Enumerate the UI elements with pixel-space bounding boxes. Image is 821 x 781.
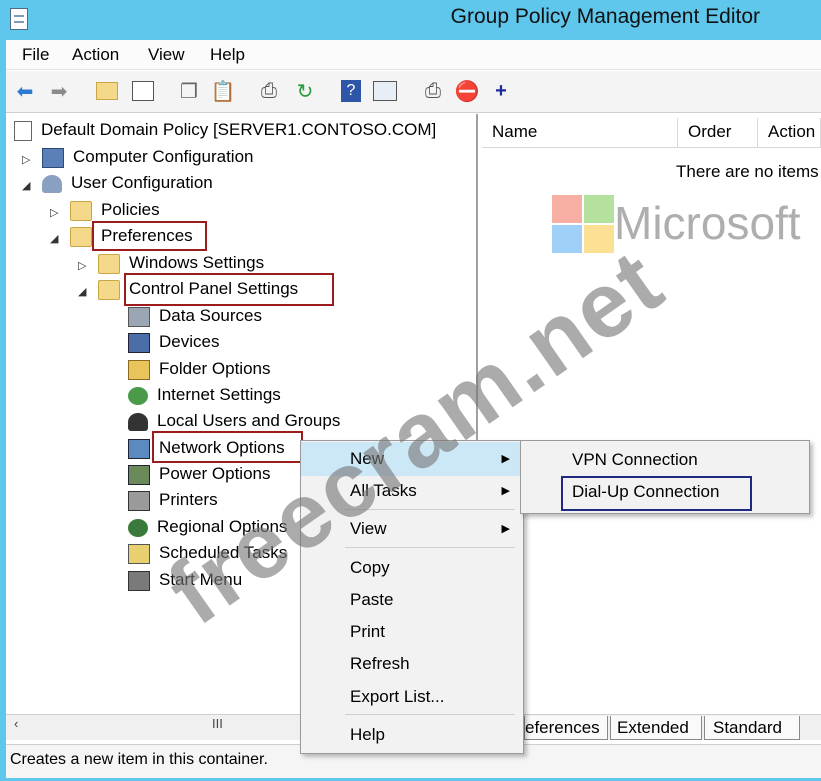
- menu-separator: [345, 714, 515, 715]
- add-icon[interactable]: +: [488, 78, 514, 104]
- computer-icon: [42, 147, 64, 168]
- show-hide-tree-icon[interactable]: [130, 78, 156, 104]
- back-arrow-icon[interactable]: ⬅: [12, 78, 38, 104]
- tab-preferences[interactable]: eferences: [524, 716, 608, 740]
- start-menu-icon: [128, 570, 150, 591]
- microsoft-watermark: Microsoft: [614, 197, 801, 249]
- control-panel-settings-highlight: [124, 273, 334, 306]
- tree-item-power-options[interactable]: Power Options: [128, 462, 274, 486]
- scroll-thumb-grip[interactable]: III: [212, 716, 223, 731]
- folder-icon: [70, 200, 92, 221]
- menu-file[interactable]: File: [22, 45, 49, 65]
- ms-logo-green-square: [584, 195, 614, 223]
- expand-arrow-icon[interactable]: ▷: [78, 259, 86, 272]
- collapse-arrow-icon[interactable]: ◢: [22, 179, 30, 192]
- local-users-icon: [128, 412, 148, 431]
- menu-item-export-list[interactable]: Export List...: [300, 682, 524, 712]
- empty-list-message: There are no items: [676, 162, 819, 181]
- menu-item-help[interactable]: Help: [300, 720, 524, 750]
- expand-arrow-icon[interactable]: ▷: [22, 153, 30, 166]
- folder-icon: [70, 226, 92, 247]
- tree-windows-settings[interactable]: Windows Settings: [98, 251, 267, 275]
- tree-item-printers[interactable]: Printers: [128, 488, 221, 512]
- help-icon[interactable]: ?: [338, 78, 364, 104]
- folder-options-icon: [128, 359, 150, 380]
- column-header-order[interactable]: Order: [678, 118, 758, 148]
- horizontal-scrollbar[interactable]: [6, 714, 306, 740]
- tree-policies[interactable]: Policies: [70, 198, 163, 222]
- printers-icon: [128, 490, 150, 511]
- users-icon: [42, 174, 62, 193]
- collapse-arrow-icon[interactable]: ◢: [50, 232, 58, 245]
- scheduled-tasks-icon: [128, 543, 150, 564]
- preferences-highlight: [92, 221, 207, 251]
- tree-computer-configuration[interactable]: Computer Configuration: [42, 145, 256, 169]
- copy-icon[interactable]: ❐: [176, 78, 202, 104]
- menu-item-print[interactable]: Print: [300, 617, 524, 647]
- paste-icon[interactable]: 📋: [210, 78, 236, 104]
- toolbar: [6, 71, 821, 113]
- network-options-icon: [128, 438, 150, 459]
- collapse-arrow-icon[interactable]: ◢: [78, 285, 86, 298]
- power-options-icon: [128, 464, 150, 485]
- devices-icon: [128, 332, 150, 353]
- scroll-left-arrow-icon[interactable]: ‹: [14, 716, 18, 731]
- properties-icon[interactable]: [372, 78, 398, 104]
- tree-item-internet-settings[interactable]: Internet Settings: [128, 383, 284, 407]
- control-panel-folder-icon: [98, 279, 120, 300]
- network-options-highlight: [152, 431, 303, 463]
- internet-settings-icon: [128, 386, 148, 405]
- menu-separator: [345, 547, 515, 548]
- data-sources-icon: [128, 306, 150, 327]
- tree-item-local-users-and-groups[interactable]: Local Users and Groups: [128, 409, 343, 433]
- policy-document-icon: [14, 120, 32, 141]
- menu-view[interactable]: View: [148, 45, 185, 65]
- menu-item-paste[interactable]: Paste: [300, 585, 524, 615]
- dial-up-connection-highlight: [561, 476, 752, 511]
- up-folder-icon[interactable]: [94, 78, 120, 104]
- submenu-arrow-icon: ▶: [501, 453, 510, 465]
- menu-action[interactable]: Action: [72, 45, 119, 65]
- refresh-icon[interactable]: ↻: [292, 78, 318, 104]
- menu-bar: [6, 40, 821, 70]
- menu-help[interactable]: Help: [210, 45, 245, 65]
- menu-item-vpn-connection[interactable]: VPN Connection: [572, 450, 698, 470]
- column-header-name[interactable]: Name: [482, 118, 678, 148]
- submenu-arrow-icon: ▶: [501, 485, 510, 497]
- submenu-arrow-icon: ▶: [501, 523, 510, 535]
- window-title: Group Policy Management Editor: [450, 5, 760, 28]
- print-icon[interactable]: ⎙: [256, 78, 282, 104]
- ms-logo-red-square: [552, 195, 582, 223]
- stop-icon[interactable]: ⛔: [454, 78, 480, 104]
- tree-root[interactable]: Default Domain Policy [SERVER1.CONTOSO.C…: [14, 118, 439, 142]
- ms-logo-blue-square: [552, 225, 582, 253]
- tree-item-data-sources[interactable]: Data Sources: [128, 304, 265, 328]
- tab-standard[interactable]: Standard: [704, 716, 800, 740]
- folder-icon: [98, 253, 120, 274]
- column-header-action[interactable]: Action: [758, 118, 821, 148]
- tree-item-folder-options[interactable]: Folder Options: [128, 357, 274, 381]
- regional-options-icon: [128, 518, 148, 537]
- status-text: Creates a new item in this container.: [10, 751, 268, 768]
- filter-icon[interactable]: ⎙: [420, 78, 446, 104]
- tree-item-devices[interactable]: Devices: [128, 330, 222, 354]
- tree-user-configuration[interactable]: User Configuration: [42, 171, 216, 195]
- forward-arrow-icon[interactable]: ➡: [46, 78, 72, 104]
- tab-extended[interactable]: Extended: [610, 716, 702, 740]
- menu-item-refresh[interactable]: Refresh: [300, 649, 524, 679]
- expand-arrow-icon[interactable]: ▷: [50, 206, 58, 219]
